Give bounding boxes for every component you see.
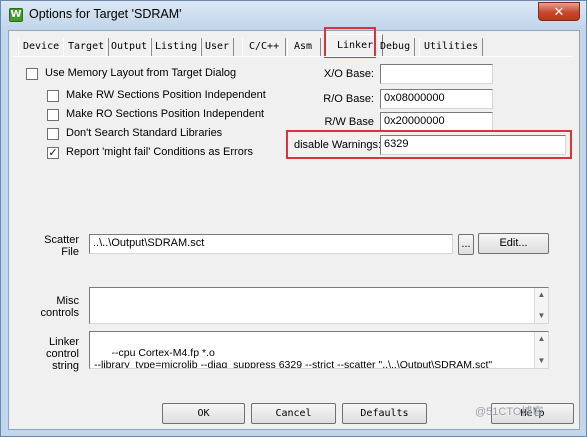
disable-warnings-label: disable Warnings:	[294, 139, 382, 151]
tab-device[interactable]: Device	[18, 38, 65, 57]
dont-search-libs-label: Don't Search Standard Libraries	[66, 127, 223, 139]
ro-independent-checkbox[interactable]	[47, 109, 59, 121]
title-bar[interactable]: W Options for Target 'SDRAM' ✕	[1, 1, 586, 29]
tab-listing[interactable]: Listing	[150, 38, 203, 57]
misc-controls-input[interactable]: ▲ ▼	[89, 287, 549, 324]
tab-asm[interactable]: Asm	[287, 38, 321, 57]
linker-scrollbar[interactable]: ▲ ▼	[534, 332, 548, 368]
ok-button[interactable]: OK	[162, 403, 245, 424]
rw-independent-checkbox[interactable]	[47, 90, 59, 102]
scroll-down-icon[interactable]: ▼	[535, 355, 548, 367]
use-memory-layout-label: Use Memory Layout from Target Dialog	[45, 67, 237, 79]
tab-user[interactable]: User	[200, 38, 235, 57]
scroll-up-icon[interactable]: ▲	[535, 289, 548, 301]
tab-output[interactable]: Output	[106, 38, 153, 57]
scroll-down-icon[interactable]: ▼	[535, 310, 548, 322]
dialog-client: Device Target Output Listing User C/C++ …	[8, 27, 580, 430]
watermark: @51CTO博客	[475, 406, 544, 418]
rw-independent-label: Make RW Sections Position Independent	[66, 89, 266, 101]
window-title: Options for Target 'SDRAM'	[29, 7, 182, 21]
options-dialog: W Options for Target 'SDRAM' ✕ Device Ta…	[0, 0, 587, 437]
tab-c-cpp[interactable]: C/C++	[242, 38, 286, 57]
dont-search-libs-checkbox[interactable]	[47, 128, 59, 140]
close-button[interactable]: ✕	[538, 2, 580, 21]
keil-app-icon: W	[9, 8, 23, 22]
tab-target[interactable]: Target	[63, 38, 110, 57]
disable-warnings-input[interactable]: 6329	[380, 135, 566, 155]
rw-base-label: R/W Base	[324, 116, 374, 128]
tab-utilities[interactable]: Utilities	[419, 38, 484, 57]
tab-debug[interactable]: Debug	[375, 38, 416, 57]
misc-label: Misc	[56, 295, 79, 307]
might-fail-errors-checkbox[interactable]: ✓	[47, 147, 59, 159]
linker-control-label: control	[45, 348, 79, 360]
scatter-file-input[interactable]: ..\..\Output\SDRAM.sct	[89, 234, 453, 254]
linker-tab-highlight	[324, 27, 376, 58]
scatter-browse-button[interactable]: ...	[458, 234, 474, 255]
scatter-edit-button[interactable]: Edit...	[478, 233, 549, 254]
rw-base-input[interactable]: 0x20000000	[380, 112, 493, 132]
linker-label: Linker	[49, 336, 79, 348]
misc-controls-label: controls	[40, 307, 79, 319]
ro-base-input[interactable]: 0x08000000	[380, 89, 493, 109]
misc-scrollbar[interactable]: ▲ ▼	[534, 288, 548, 323]
xo-base-label: X/O Base:	[323, 68, 374, 80]
scroll-up-icon[interactable]: ▲	[535, 333, 548, 345]
scatter-file-label: File	[61, 246, 79, 258]
linker-string-label: string	[52, 360, 79, 372]
cancel-button[interactable]: Cancel	[251, 403, 336, 424]
ro-base-label: R/O Base:	[323, 93, 374, 105]
check-mark-icon: ✓	[48, 146, 58, 159]
linker-control-string[interactable]: --cpu Cortex-M4.fp *.o --library_type=mi…	[89, 331, 549, 369]
scatter-label: Scatter	[44, 234, 79, 246]
use-memory-layout-checkbox[interactable]	[26, 68, 38, 80]
xo-base-input[interactable]	[380, 64, 493, 84]
linker-control-text: --cpu Cortex-M4.fp *.o --library_type=mi…	[94, 347, 493, 369]
defaults-button[interactable]: Defaults	[342, 403, 427, 424]
might-fail-errors-label: Report 'might fail' Conditions as Errors	[66, 146, 253, 158]
ro-independent-label: Make RO Sections Position Independent	[66, 108, 265, 120]
